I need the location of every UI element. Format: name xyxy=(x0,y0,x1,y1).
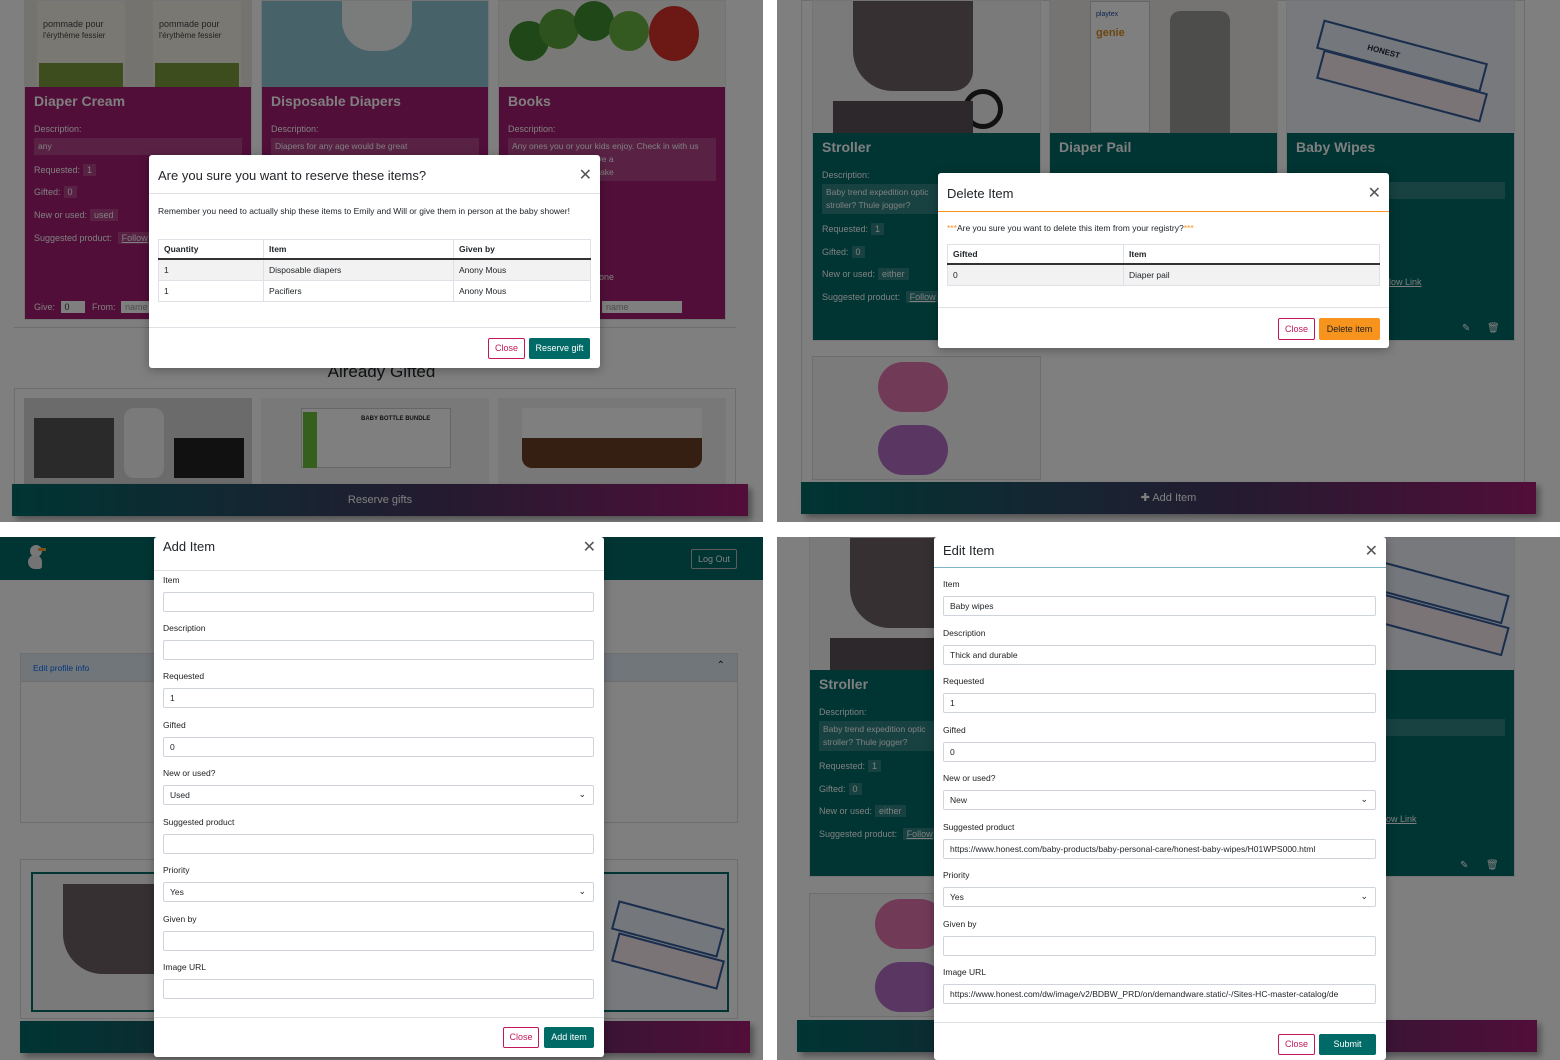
table-cell: Anony Mous xyxy=(453,280,591,302)
chevron-down-icon: ⌄ xyxy=(578,789,586,799)
given-by-label: Given by xyxy=(943,919,977,929)
description-input[interactable] xyxy=(163,640,594,660)
item-label: Item xyxy=(163,575,180,585)
modal-footer: Close Add item xyxy=(154,1017,604,1057)
add-item-submit-button[interactable]: Add item xyxy=(544,1027,594,1048)
requested-input[interactable]: 1 xyxy=(163,688,594,708)
new-used-label: New or used? xyxy=(943,773,996,783)
reserve-modal: Are you sure you want to reserve these i… xyxy=(149,155,600,368)
given-by-input[interactable] xyxy=(943,936,1376,956)
column-header: Item xyxy=(263,239,454,260)
reserve-screen: pommade pour l'érythème fessier pommade … xyxy=(0,0,763,522)
table-cell: Diaper pail xyxy=(1123,263,1380,286)
edit-item-modal: Edit Item ✕ Item Baby wipes Description … xyxy=(934,537,1386,1060)
edit-item-screen: Stroller Description: Baby trend expedit… xyxy=(777,537,1560,1060)
close-icon[interactable]: ✕ xyxy=(1368,183,1381,203)
given-by-label: Given by xyxy=(163,914,197,924)
close-icon[interactable]: ✕ xyxy=(583,537,596,557)
item-label: Item xyxy=(943,579,960,589)
delete-item-button[interactable]: Delete item xyxy=(1319,318,1380,340)
reserve-table: Quantity Item Given by 1 Disposable diap… xyxy=(158,239,591,302)
close-button[interactable]: Close xyxy=(503,1027,539,1048)
chevron-down-icon: ⌄ xyxy=(1360,891,1368,901)
column-header: Quantity xyxy=(158,239,264,260)
table-cell: 0 xyxy=(947,263,1124,286)
requested-label: Requested xyxy=(943,676,985,686)
image-url-label: Image URL xyxy=(943,967,986,977)
suggested-product-label: Suggested product xyxy=(163,817,235,827)
requested-label: Requested xyxy=(163,671,205,681)
close-icon[interactable]: ✕ xyxy=(1365,541,1378,561)
requested-input[interactable]: 1 xyxy=(943,693,1376,713)
description-label: Description xyxy=(943,628,986,638)
modal-body-text: Remember you need to actually ship these… xyxy=(158,206,570,216)
image-url-label: Image URL xyxy=(163,962,206,972)
gifted-label: Gifted xyxy=(163,720,186,730)
table-row: 1 Disposable diapers Anony Mous xyxy=(158,258,591,281)
modal-title: Are you sure you want to reserve these i… xyxy=(158,168,427,183)
item-input[interactable] xyxy=(163,592,594,612)
gifted-input[interactable]: 0 xyxy=(943,742,1376,762)
given-by-input[interactable] xyxy=(163,931,594,951)
item-input[interactable]: Baby wipes xyxy=(943,596,1376,616)
delete-modal: Delete Item ✕ ***Are you sure you want t… xyxy=(938,173,1389,348)
priority-label: Priority xyxy=(943,870,970,880)
modal-title: Delete Item xyxy=(947,186,1014,201)
new-used-select[interactable]: New ⌄ xyxy=(943,790,1376,810)
suggested-product-input[interactable] xyxy=(163,834,594,854)
gifted-input[interactable]: 0 xyxy=(163,737,594,757)
add-item-modal: Add Item ✕ Item Description Requested 1 … xyxy=(154,537,604,1057)
column-header: Given by xyxy=(453,239,591,260)
image-url-input[interactable]: https://www.honest.com/dw/image/v2/BDBW_… xyxy=(943,984,1376,1004)
delete-screen: Stroller Description: Baby trend expedit… xyxy=(777,0,1560,522)
reserve-gift-button[interactable]: Reserve gift xyxy=(529,338,590,359)
table-row: 1 Pacifiers Anony Mous xyxy=(158,280,591,302)
priority-select[interactable]: Yes ⌄ xyxy=(163,882,594,902)
submit-changes-button[interactable]: Submit changes xyxy=(1319,1034,1376,1060)
new-used-select[interactable]: Used ⌄ xyxy=(163,785,594,805)
modal-header: Are you sure you want to reserve these i… xyxy=(149,155,600,194)
description-input[interactable]: Thick and durable xyxy=(943,645,1376,665)
table-cell: 1 xyxy=(158,258,264,281)
column-header: Gifted xyxy=(947,244,1124,265)
close-icon[interactable]: ✕ xyxy=(579,165,592,185)
delete-table: Gifted Item 0 Diaper pail xyxy=(947,244,1380,286)
close-button[interactable]: Close xyxy=(1278,1034,1315,1055)
add-item-screen: Log Out Edit profile info ⌃ Add Item ✕ I… xyxy=(0,537,763,1060)
table-cell: 1 xyxy=(158,280,264,302)
chevron-down-icon: ⌄ xyxy=(578,886,586,896)
description-label: Description xyxy=(163,623,206,633)
modal-footer: Close Delete item xyxy=(938,307,1389,348)
modal-footer: Close Reserve gift xyxy=(149,327,600,368)
table-row: 0 Diaper pail xyxy=(947,263,1380,286)
chevron-down-icon: ⌄ xyxy=(1360,794,1368,804)
modal-header: Edit Item ✕ xyxy=(934,537,1386,568)
suggested-product-label: Suggested product xyxy=(943,822,1015,832)
modal-header: Add Item ✕ xyxy=(154,537,604,571)
modal-header: Delete Item ✕ xyxy=(938,173,1389,212)
priority-select[interactable]: Yes ⌄ xyxy=(943,887,1376,907)
gifted-label: Gifted xyxy=(943,725,966,735)
image-url-input[interactable] xyxy=(163,979,594,999)
modal-title: Add Item xyxy=(163,539,216,554)
table-cell: Disposable diapers xyxy=(263,258,454,281)
new-used-label: New or used? xyxy=(163,768,216,778)
close-button[interactable]: Close xyxy=(488,338,525,359)
delete-warning: ***Are you sure you want to delete this … xyxy=(947,223,1194,233)
table-cell: Anony Mous xyxy=(453,258,591,281)
priority-label: Priority xyxy=(163,865,190,875)
column-header: Item xyxy=(1123,244,1380,265)
modal-title: Edit Item xyxy=(943,543,995,558)
modal-footer: Close Submit changes xyxy=(934,1022,1386,1060)
suggested-product-input[interactable]: https://www.honest.com/baby-products/bab… xyxy=(943,839,1376,859)
table-cell: Pacifiers xyxy=(263,280,454,302)
close-button[interactable]: Close xyxy=(1278,318,1315,340)
